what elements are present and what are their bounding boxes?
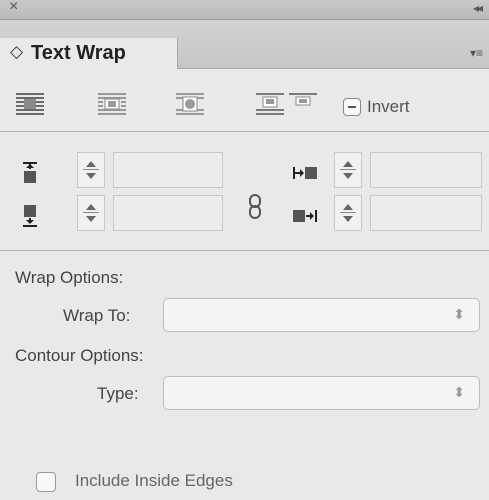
- wrap-around-object-shape-icon[interactable]: [175, 91, 205, 117]
- panel-tab-row: ◇ Text Wrap ▾≡: [0, 20, 489, 69]
- bottom-offset-stepper[interactable]: [77, 195, 105, 231]
- wrap-options-label: Wrap Options:: [15, 268, 124, 287]
- left-offset-stepper[interactable]: [334, 152, 362, 188]
- right-offset-stepper[interactable]: [334, 195, 362, 231]
- no-text-wrap-icon[interactable]: [15, 91, 45, 117]
- left-offset-field[interactable]: [370, 152, 482, 188]
- wrap-to-select[interactable]: ⬍: [163, 298, 480, 332]
- panel-titlebar: × ◂◂: [0, 0, 489, 20]
- divider: [0, 250, 489, 251]
- include-inside-edges-label: Include Inside Edges: [75, 471, 233, 490]
- collapse-panel-icon[interactable]: ◂◂: [473, 1, 483, 15]
- right-offset-icon: [293, 210, 317, 222]
- contour-options-label: Contour Options:: [15, 346, 144, 365]
- top-offset-stepper[interactable]: [77, 152, 105, 188]
- invert-label: Invert: [367, 97, 410, 116]
- left-offset-icon: [293, 167, 317, 179]
- include-inside-edges-checkbox[interactable]: [36, 472, 56, 492]
- wrap-mode-toolbar: Invert: [0, 69, 489, 129]
- tab-reorder-icon: ◇: [10, 42, 24, 61]
- select-arrows-icon: ⬍: [453, 306, 465, 322]
- divider: [0, 131, 489, 132]
- wrap-around-bounding-box-icon[interactable]: [97, 91, 127, 117]
- panel-menu-icon[interactable]: ▾≡: [470, 46, 483, 60]
- type-label: Type:: [97, 384, 139, 403]
- tab-title: Text Wrap: [31, 42, 126, 64]
- top-offset-field[interactable]: [113, 152, 223, 188]
- right-offset-field[interactable]: [370, 195, 482, 231]
- invert-checkbox[interactable]: [343, 98, 361, 116]
- jump-object-icon[interactable]: [255, 91, 285, 117]
- chain-link-icon[interactable]: [247, 194, 263, 220]
- contour-type-select[interactable]: ⬍: [163, 376, 480, 410]
- tab-text-wrap[interactable]: ◇ Text Wrap: [0, 38, 178, 69]
- close-icon[interactable]: ×: [9, 0, 18, 16]
- wrap-to-label: Wrap To:: [63, 306, 131, 325]
- bottom-offset-icon: [23, 205, 37, 227]
- bottom-offset-field[interactable]: [113, 195, 223, 231]
- top-offset-icon: [23, 162, 37, 183]
- select-arrows-icon: ⬍: [453, 384, 465, 400]
- jump-to-next-column-icon[interactable]: [288, 91, 318, 117]
